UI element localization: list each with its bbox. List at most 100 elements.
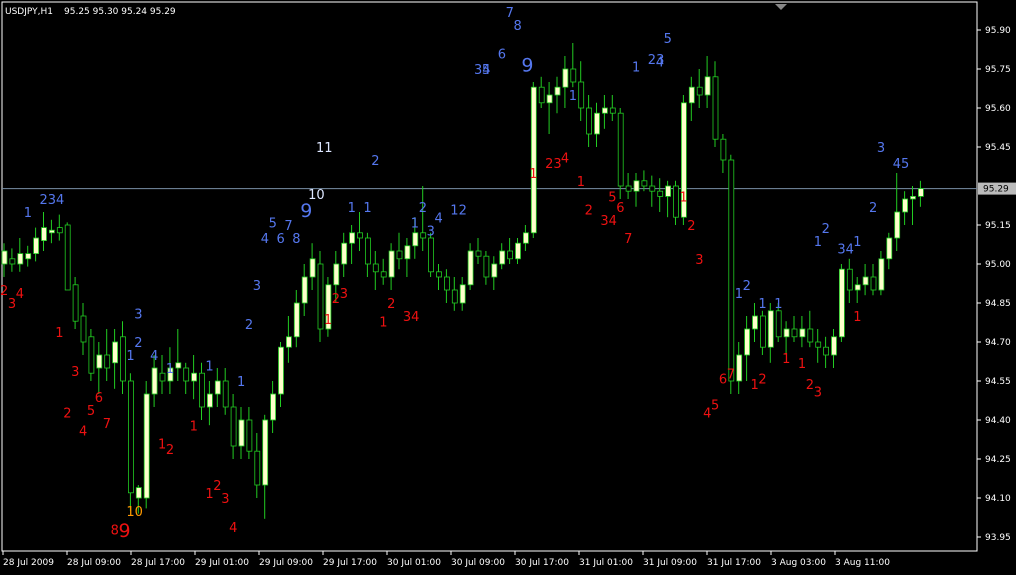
y-tick-label: 95.45	[985, 143, 1011, 153]
candle-body	[483, 255, 490, 278]
candle	[870, 264, 877, 296]
count-label: 34	[837, 243, 854, 258]
candle-body	[333, 263, 340, 286]
count-label: 3	[221, 492, 229, 507]
candle-body	[404, 245, 411, 260]
x-tick-label: 31 Jul 01:00	[579, 558, 633, 568]
candle-body	[704, 76, 711, 96]
candle-body	[720, 138, 727, 161]
count-label: 34	[403, 310, 420, 325]
count-label: 5	[711, 399, 719, 414]
candle-body	[649, 185, 656, 192]
count-label: 3	[695, 253, 703, 268]
candle-body	[25, 253, 32, 260]
count-label: 9	[119, 520, 131, 542]
candle-body	[278, 346, 284, 395]
candle	[546, 82, 553, 134]
candle-body	[617, 112, 624, 187]
count-label: 1	[363, 201, 371, 216]
candle	[49, 219, 55, 244]
count-label: 11	[316, 141, 333, 156]
count-label: 5	[482, 63, 490, 78]
candle-body	[9, 258, 16, 265]
candle-body	[894, 211, 901, 239]
candle	[744, 316, 750, 381]
candle	[475, 238, 482, 264]
count-label: 1	[577, 175, 585, 190]
candle-body	[831, 336, 837, 356]
candle	[515, 238, 521, 264]
candle-body	[159, 372, 166, 382]
candle	[839, 264, 845, 342]
count-label: 12	[450, 204, 467, 219]
candle	[80, 303, 87, 355]
candle	[570, 43, 577, 88]
candle	[902, 191, 908, 225]
candle-body	[238, 419, 245, 447]
candle	[293, 290, 300, 348]
candle	[357, 212, 363, 251]
candle	[120, 321, 126, 394]
candle-body	[388, 250, 395, 278]
y-tick-label: 94.55	[985, 377, 1011, 387]
candle	[443, 269, 450, 303]
count-label: 234	[40, 193, 65, 208]
count-label: 2	[245, 318, 253, 333]
count-label: 6	[95, 391, 103, 406]
candle-body	[104, 354, 111, 369]
x-tick-label: 28 Jul 09:00	[67, 558, 121, 568]
count-label: 4	[150, 349, 158, 364]
count-label: 2	[687, 219, 695, 234]
candle-body	[349, 232, 356, 244]
candle-body	[467, 250, 474, 286]
count-label: 1	[679, 191, 687, 206]
candle-body	[396, 250, 403, 260]
shift-marker-icon[interactable]	[775, 4, 787, 10]
candle	[878, 251, 885, 296]
candle	[17, 238, 24, 272]
candle	[451, 277, 458, 311]
candle-body	[317, 263, 324, 330]
candle-body	[380, 271, 387, 278]
candle-body	[854, 284, 861, 291]
candle-body	[96, 354, 103, 369]
candle-body	[562, 68, 569, 88]
candle	[586, 95, 592, 147]
candle	[846, 258, 853, 303]
candle	[831, 329, 837, 368]
candle-body	[515, 242, 521, 260]
candle	[562, 56, 569, 108]
candle-body	[657, 190, 664, 197]
count-label: 1	[126, 349, 134, 364]
candle-body	[214, 380, 221, 395]
count-labels-layer: 12342341324567108 931241 11 211234123456789…	[0, 6, 909, 542]
count-label: 1	[411, 217, 419, 232]
count-label: 2	[166, 443, 174, 458]
candle-body	[665, 185, 671, 197]
candle-body	[120, 336, 126, 382]
candle-body	[151, 367, 158, 395]
candle-body	[594, 112, 600, 135]
candle	[33, 227, 39, 262]
candle	[617, 108, 624, 199]
count-label: 1	[853, 310, 861, 325]
candle	[246, 407, 253, 459]
candle-body	[183, 367, 190, 382]
candle-body	[807, 328, 814, 343]
candle	[262, 414, 269, 519]
candle-body	[641, 180, 648, 187]
candle-body	[910, 195, 916, 200]
candle-body	[823, 346, 829, 356]
candle	[317, 251, 324, 342]
candle	[665, 180, 671, 218]
candle	[380, 258, 387, 285]
y-tick-label: 94.25	[985, 455, 1011, 465]
count-label: 3	[427, 224, 435, 239]
candle-body	[222, 380, 229, 408]
candle	[56, 214, 63, 241]
candle	[41, 212, 47, 251]
candle	[609, 95, 616, 121]
count-label: 1	[569, 89, 577, 104]
candle	[143, 381, 150, 509]
candle-body	[41, 227, 47, 242]
